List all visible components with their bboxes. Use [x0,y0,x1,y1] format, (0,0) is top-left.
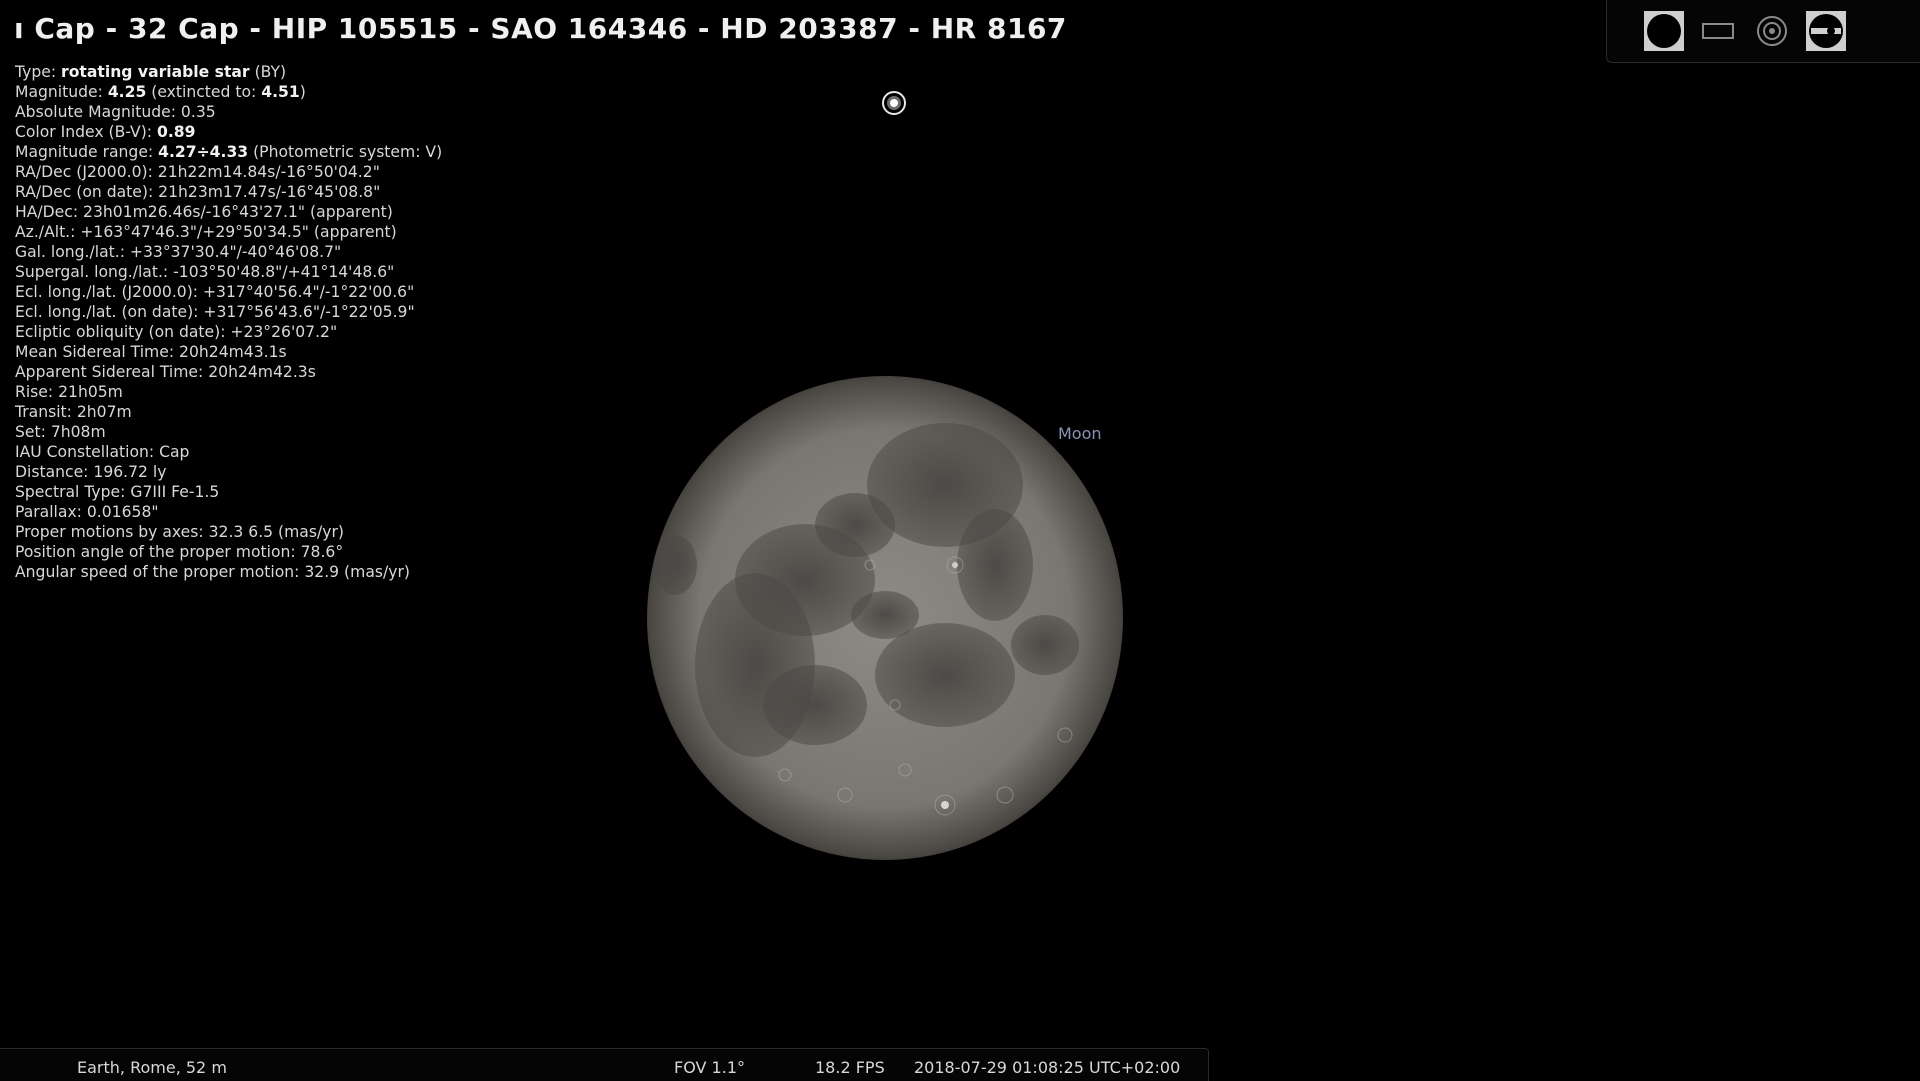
info-line: RA/Dec (J2000.0): 21h22m14.84s/-16°50'04… [15,163,380,181]
object-title: ı Cap - 32 Cap - HIP 105515 - SAO 164346… [14,12,1067,45]
info-line: Supergal. long./lat.: -103°50'48.8"/+41°… [15,263,395,281]
target-icon[interactable] [1751,10,1793,52]
view-toolbar [1606,0,1920,63]
info-line: Gal. long./lat.: +33°37'30.4"/-40°46'08.… [15,243,342,261]
info-line: Position angle of the proper motion: 78.… [15,543,344,561]
info-line: Rise: 21h05m [15,383,123,401]
info-line: Apparent Sidereal Time: 20h24m42.3s [15,363,316,381]
atmosphere-frame-icon[interactable] [1697,10,1739,52]
status-location[interactable]: Earth, Rome, 52 m [77,1058,227,1077]
moon-label: Moon [1058,424,1102,443]
info-line: Parallax: 0.01658" [15,503,159,521]
status-fov: FOV 1.1° [674,1058,745,1077]
info-line: HA/Dec: 23h01m26.46s/-16°43'27.1" (appar… [15,203,393,221]
info-line: Az./Alt.: +163°47'46.3"/+29°50'34.5" (ap… [15,223,397,241]
info-type: Type: rotating variable star (BY) [15,63,287,81]
info-color-index: Color Index (B-V): 0.89 [15,123,196,141]
info-line: RA/Dec (on date): 21h23m17.47s/-16°45'08… [15,183,381,201]
info-line: Mean Sidereal Time: 20h24m43.1s [15,343,287,361]
status-fps: 18.2 FPS [815,1058,885,1077]
info-line: Spectral Type: G7III Fe-1.5 [15,483,220,501]
status-bar: Earth, Rome, 52 m FOV 1.1° 18.2 FPS 2018… [0,1048,1209,1081]
info-line: Ecl. long./lat. (on date): +317°56'43.6"… [15,303,415,321]
fov-toggle-icon[interactable] [1805,10,1847,52]
info-line: IAU Constellation: Cap [15,443,190,461]
info-absolute-magnitude: Absolute Magnitude: 0.35 [15,103,216,121]
selected-star-marker[interactable] [880,89,908,117]
info-line: Ecliptic obliquity (on date): +23°26'07.… [15,323,338,341]
status-datetime[interactable]: 2018-07-29 01:08:25 UTC+02:00 [914,1058,1180,1077]
info-line: Distance: 196.72 ly [15,463,167,481]
ground-icon[interactable] [1643,10,1685,52]
moon[interactable] [645,375,1125,861]
info-line: Set: 7h08m [15,423,106,441]
info-magnitude: Magnitude: 4.25 (extincted to: 4.51) [15,83,306,101]
object-info-panel: Type: rotating variable star (BY) Magnit… [15,62,442,582]
moon-image[interactable] [645,375,1125,861]
info-line: Proper motions by axes: 32.3 6.5 (mas/yr… [15,523,344,541]
info-line: Transit: 2h07m [15,403,132,421]
info-magnitude-range: Magnitude range: 4.27÷4.33 (Photometric … [15,143,443,161]
info-line: Ecl. long./lat. (J2000.0): +317°40'56.4"… [15,283,415,301]
info-line: Angular speed of the proper motion: 32.9… [15,563,410,581]
